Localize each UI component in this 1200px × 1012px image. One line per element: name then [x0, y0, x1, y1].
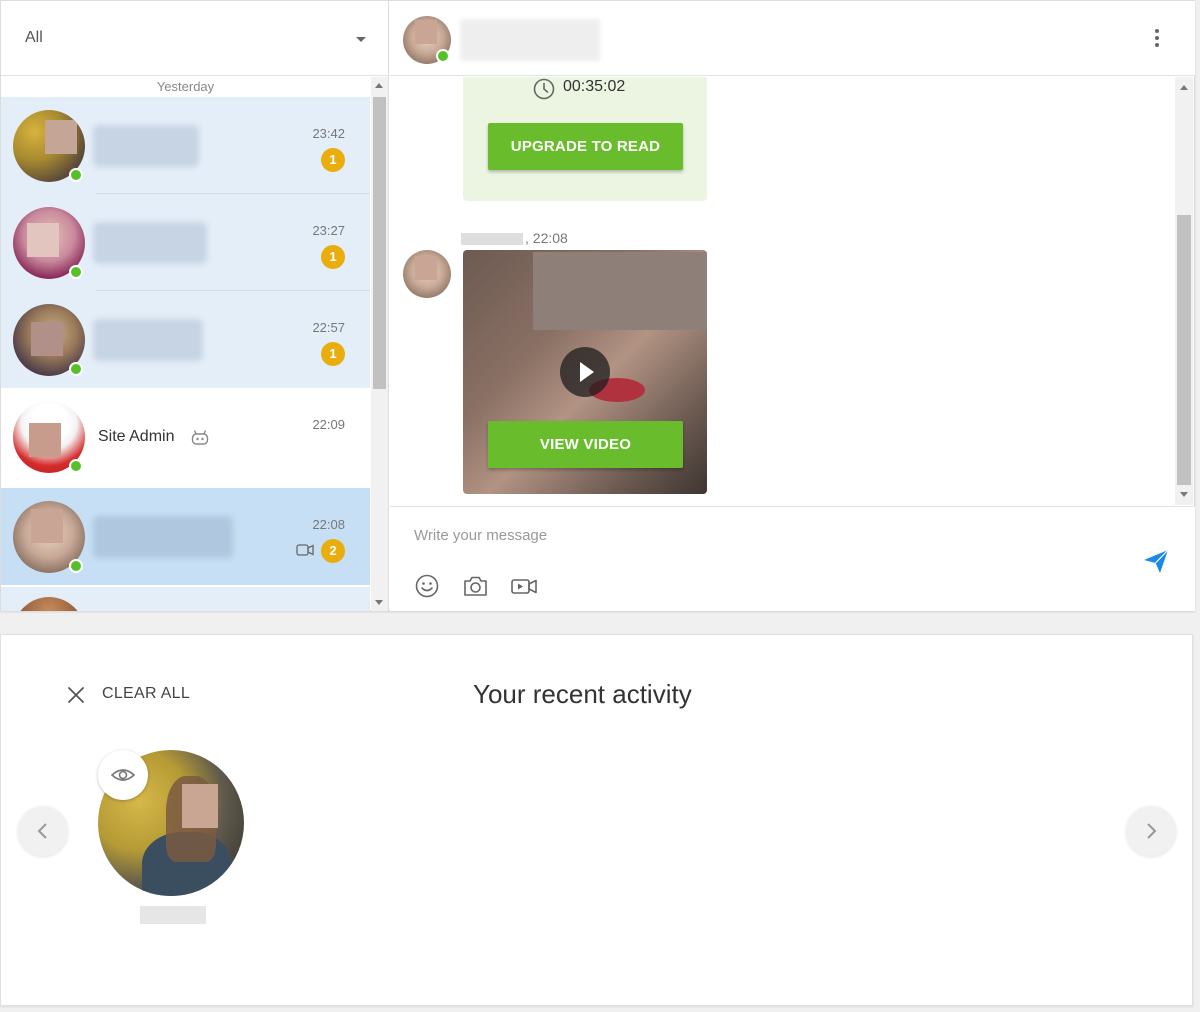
eye-icon [111, 769, 135, 781]
upgrade-to-read-button[interactable]: UPGRADE TO READ [488, 123, 683, 170]
blurred-name [93, 516, 233, 558]
viewed-badge [98, 750, 148, 800]
blurred-name [93, 222, 207, 264]
video-message[interactable]: VIEW VIDEO [463, 250, 707, 494]
conversation-time: 22:09 [312, 417, 345, 432]
video-icon [296, 544, 314, 556]
blurred-sender [461, 233, 523, 246]
clear-all-label: CLEAR ALL [102, 685, 191, 702]
online-indicator [69, 459, 83, 473]
emoji-icon[interactable] [414, 573, 442, 599]
conversation-item[interactable]: 23:42 1 [1, 97, 370, 194]
conversation-item[interactable]: 22:57 1 [1, 291, 370, 388]
scroll-down-arrow-icon[interactable] [375, 600, 383, 605]
avatar [13, 597, 85, 611]
message-meta: , 22:08 [461, 230, 568, 246]
online-indicator [69, 559, 83, 573]
day-separator: Yesterday [1, 77, 370, 97]
conversation-scrollbar[interactable] [371, 77, 388, 611]
online-indicator [436, 49, 450, 63]
scroll-down-arrow-icon[interactable] [1180, 492, 1188, 497]
conversation-time: 22:57 [312, 320, 345, 335]
chevron-right-icon [1147, 823, 1157, 839]
video-camera-icon[interactable] [510, 573, 538, 599]
lock-timer: 00:35:02 [563, 78, 626, 95]
unread-badge: 1 [321, 148, 345, 172]
conversation-item[interactable]: 23:27 1 [1, 194, 370, 291]
locked-message-card: 00:35:02 UPGRADE TO READ [463, 77, 707, 201]
chat-scrollbar[interactable] [1175, 77, 1193, 505]
message-input[interactable] [414, 523, 1114, 547]
carousel-prev-button[interactable] [18, 806, 68, 856]
view-video-button[interactable]: VIEW VIDEO [488, 421, 683, 468]
carousel-next-button[interactable] [1126, 806, 1176, 856]
chevron-left-icon [37, 823, 47, 839]
recent-profile-name-blurred [140, 906, 206, 924]
online-indicator [69, 168, 83, 182]
conversation-name: Site Admin [98, 428, 175, 445]
blurred-name [93, 319, 203, 361]
scroll-up-arrow-icon[interactable] [1180, 85, 1188, 90]
section-title: Your recent activity [473, 679, 692, 709]
more-options-icon[interactable] [1154, 29, 1160, 51]
close-icon [68, 687, 84, 703]
conversation-time: 23:27 [312, 223, 345, 238]
unread-badge: 1 [321, 245, 345, 269]
unread-badge: 1 [321, 342, 345, 366]
camera-icon[interactable] [462, 573, 490, 599]
conversation-sidebar: All 23:42 1 23:27 1 22:57 1 Site Admin 2… [1, 1, 389, 611]
chat-pane: 00:35:02 UPGRADE TO READ , 22:08 VIEW VI… [390, 1, 1195, 611]
scroll-thumb[interactable] [373, 97, 386, 389]
messenger-panel: All 23:42 1 23:27 1 22:57 1 Site Admin 2… [0, 0, 1195, 611]
recent-activity-panel: CLEAR ALL Your recent activity [0, 634, 1193, 1006]
conversation-item-selected[interactable]: 22:08 2 [1, 488, 370, 585]
sender-avatar [403, 250, 451, 298]
caret-down-icon [356, 37, 366, 42]
send-icon[interactable] [1142, 547, 1170, 575]
filter-value: All [25, 29, 43, 46]
clock-icon [533, 78, 555, 100]
online-indicator [69, 362, 83, 376]
blurred-name [93, 125, 199, 167]
blurred-contact-name [460, 19, 600, 61]
online-indicator [69, 265, 83, 279]
conversation-time: 23:42 [312, 126, 345, 141]
scroll-up-arrow-icon[interactable] [375, 83, 383, 88]
scroll-thumb[interactable] [1177, 215, 1191, 485]
conversation-time: 22:08 [312, 517, 345, 532]
conversation-item-site-admin[interactable]: Site Admin 22:09 [1, 388, 370, 485]
message-time: 22:08 [532, 230, 568, 246]
message-composer [390, 506, 1195, 611]
unread-badge: 2 [321, 539, 345, 563]
play-icon[interactable] [560, 347, 610, 397]
message-thread: 00:35:02 UPGRADE TO READ , 22:08 VIEW VI… [390, 77, 1175, 505]
robot-icon [191, 430, 209, 445]
blurred-region [533, 252, 707, 330]
conversation-filter-dropdown[interactable]: All [1, 1, 389, 76]
conversation-item[interactable] [1, 587, 370, 611]
chat-header [390, 1, 1195, 76]
conversation-list: 23:42 1 23:27 1 22:57 1 Site Admin 22:09… [1, 77, 389, 611]
